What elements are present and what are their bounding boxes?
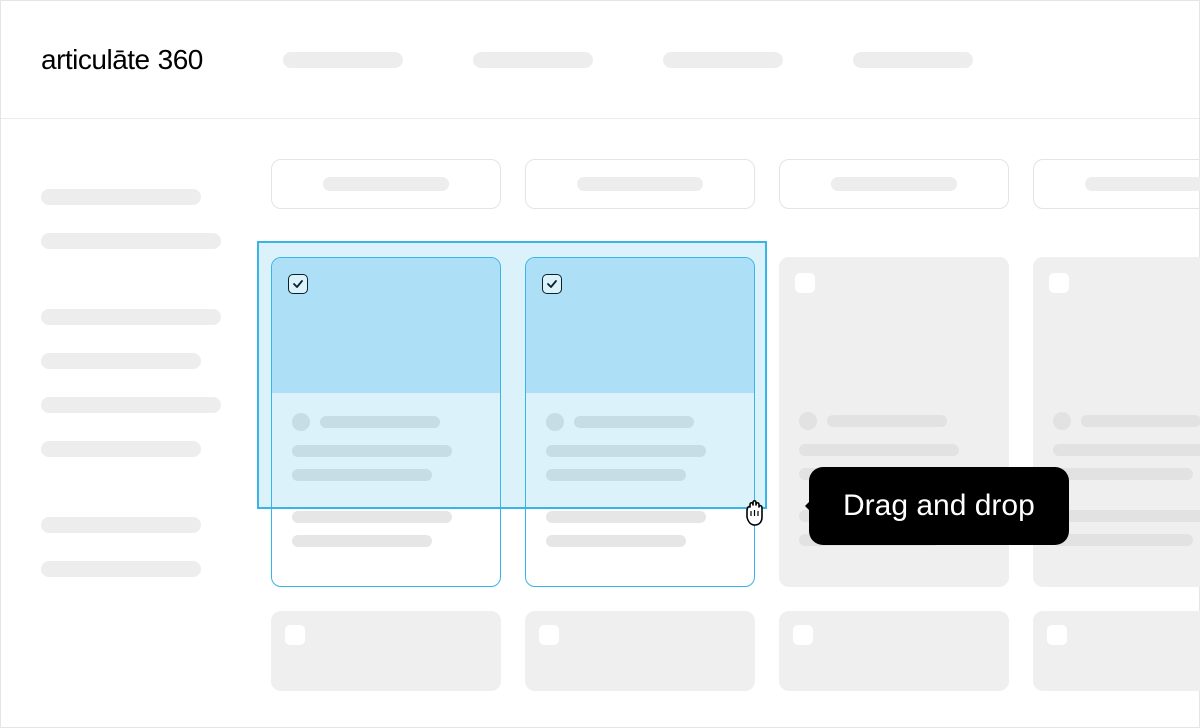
card-line-placeholder <box>292 511 452 523</box>
card-line-placeholder <box>546 535 686 547</box>
card-checkbox[interactable] <box>285 625 305 645</box>
card-line-placeholder <box>546 445 706 457</box>
avatar <box>292 413 310 431</box>
top-nav <box>283 52 1159 68</box>
avatar <box>1053 412 1071 430</box>
card-thumbnail <box>1033 611 1200 691</box>
card-checkbox[interactable] <box>795 273 815 293</box>
tooltip-text: Drag and drop <box>843 489 1035 522</box>
folder-tab[interactable] <box>1033 159 1200 209</box>
card-checkbox[interactable] <box>288 274 308 294</box>
card-line-placeholder <box>1053 510 1200 522</box>
card-checkbox[interactable] <box>542 274 562 294</box>
nav-item[interactable] <box>663 52 783 68</box>
folder-tab[interactable] <box>271 159 501 209</box>
card-checkbox[interactable] <box>793 625 813 645</box>
brand-logo: articulāte 360 <box>41 44 203 76</box>
folder-tab[interactable] <box>525 159 755 209</box>
top-header: articulāte 360 <box>1 1 1199 119</box>
brand-suffix: 360 <box>158 44 203 76</box>
card-title-placeholder <box>827 415 947 427</box>
card-checkbox[interactable] <box>539 625 559 645</box>
grab-cursor-icon <box>737 493 773 534</box>
content-card[interactable] <box>271 611 501 691</box>
content-card[interactable] <box>271 257 501 587</box>
content-card[interactable] <box>779 611 1009 691</box>
card-checkbox[interactable] <box>1049 273 1069 293</box>
card-title-placeholder <box>574 416 694 428</box>
card-checkbox[interactable] <box>1047 625 1067 645</box>
card-thumbnail <box>271 611 501 691</box>
check-icon <box>546 278 558 290</box>
sidebar <box>1 119 261 727</box>
card-line-placeholder <box>292 445 452 457</box>
sidebar-item[interactable] <box>41 397 221 413</box>
avatar <box>799 412 817 430</box>
card-line-placeholder <box>1053 534 1193 546</box>
card-meta <box>272 393 500 547</box>
nav-item[interactable] <box>283 52 403 68</box>
sidebar-item[interactable] <box>41 233 221 249</box>
content-card[interactable] <box>525 257 755 587</box>
folder-tabs <box>271 159 1200 209</box>
folder-tab[interactable] <box>779 159 1009 209</box>
card-title-placeholder <box>320 416 440 428</box>
card-grid-row <box>271 611 1200 691</box>
check-icon <box>292 278 304 290</box>
card-line-placeholder <box>1053 468 1193 480</box>
sidebar-item[interactable] <box>41 353 201 369</box>
main-area <box>261 119 1200 727</box>
card-title-placeholder <box>1081 415 1200 427</box>
content-card[interactable] <box>1033 611 1200 691</box>
card-line-placeholder <box>1053 444 1200 456</box>
sidebar-item[interactable] <box>41 189 201 205</box>
card-line-placeholder <box>292 535 432 547</box>
brand-word: articulāte <box>41 44 150 76</box>
sidebar-item[interactable] <box>41 441 201 457</box>
card-meta <box>526 393 754 547</box>
sidebar-item[interactable] <box>41 561 201 577</box>
sidebar-item[interactable] <box>41 309 221 325</box>
nav-item[interactable] <box>853 52 973 68</box>
card-thumbnail <box>525 611 755 691</box>
drag-tooltip: Drag and drop <box>809 467 1069 545</box>
card-line-placeholder <box>292 469 432 481</box>
sidebar-item[interactable] <box>41 517 201 533</box>
avatar <box>546 413 564 431</box>
card-line-placeholder <box>799 444 959 456</box>
nav-item[interactable] <box>473 52 593 68</box>
card-thumbnail <box>779 611 1009 691</box>
content-card[interactable] <box>525 611 755 691</box>
card-line-placeholder <box>546 469 686 481</box>
card-line-placeholder <box>546 511 706 523</box>
